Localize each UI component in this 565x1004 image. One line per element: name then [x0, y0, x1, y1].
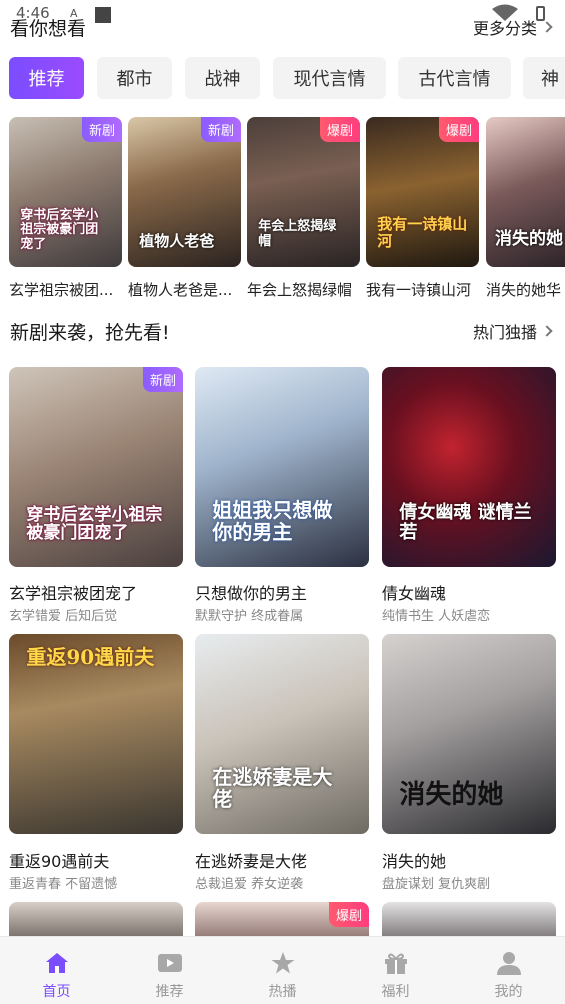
more-categories-label: 更多分类: [472, 19, 537, 38]
category-tab-war-god[interactable]: 战神: [185, 57, 260, 99]
play-icon: [158, 954, 182, 972]
nav-label: 福利: [381, 984, 410, 1000]
drama-card[interactable]: 年会上怒揭绿帽 爆剧: [247, 117, 360, 267]
drama-tags: 默默守护 终成眷属: [195, 609, 304, 624]
user-icon: [497, 952, 521, 975]
drama-title[interactable]: 我有一诗镇山河: [366, 279, 479, 300]
bottom-nav: 首页 推荐 热播 福利 我的: [0, 936, 565, 1004]
drama-title[interactable]: 植物人老爸是...: [128, 279, 241, 300]
poster-title-art: 消失的她: [495, 229, 563, 250]
nav-item-recommend[interactable]: 推荐: [113, 937, 226, 1004]
drama-card[interactable]: 消失的她: [486, 117, 565, 267]
section-title: 新剧来袭，抢先看!: [10, 322, 170, 344]
category-tab-more[interactable]: 神: [523, 57, 565, 99]
hot-exclusive-link[interactable]: 热门独播: [472, 319, 553, 343]
category-tabs: 推荐 都市 战神 现代言情 古代言情 神: [0, 57, 565, 99]
nav-item-home[interactable]: 首页: [0, 937, 113, 1004]
poster-title-art: 倩女幽魂 谜情兰若: [399, 502, 532, 544]
nav-label: 热播: [268, 984, 297, 1000]
drama-title[interactable]: 倩女幽魂: [382, 580, 446, 604]
drama-tags: 总裁追爱 养女逆袭: [195, 877, 304, 892]
poster-title-art: 姐姐我只想做你的男主: [212, 498, 333, 544]
drama-title[interactable]: 消失的她: [382, 848, 446, 872]
nav-item-hot[interactable]: 热播: [226, 937, 339, 1004]
drama-card[interactable]: 我有一诗镇山河 爆剧: [366, 117, 479, 267]
drama-card[interactable]: 在逃娇妻是大佬: [195, 634, 369, 834]
hot-badge: 爆剧: [438, 117, 479, 142]
drama-tags: 重返青春 不留遗憾: [9, 877, 118, 892]
drama-card[interactable]: 姐姐我只想做你的男主: [195, 367, 369, 567]
drama-title[interactable]: 在逃娇妻是大佬: [195, 848, 307, 872]
new-badge: 新剧: [142, 367, 183, 392]
section-header-new: 新剧来袭，抢先看! 热门独播: [0, 316, 565, 346]
category-tab-recommend[interactable]: 推荐: [9, 57, 84, 99]
hot-exclusive-label: 热门独播: [472, 323, 537, 342]
poster-title-art: 消失的她: [399, 780, 504, 811]
nav-label: 我的: [494, 984, 523, 1000]
drama-title[interactable]: 重返90遇前夫: [9, 848, 109, 872]
poster-title-art: 植物人老爸: [139, 231, 215, 250]
gift-icon: [385, 953, 407, 974]
drama-card[interactable]: 植物人老爸 新剧: [128, 117, 241, 267]
drama-tags: 玄学错爱 后知后觉: [9, 609, 118, 624]
poster-title-art: 我有一诗镇山河: [377, 215, 468, 250]
drama-card[interactable]: 倩女幽魂 谜情兰若: [382, 367, 556, 567]
poster-title-art: 重返90遇前夫: [26, 645, 155, 669]
chevron-right-icon: [541, 21, 553, 33]
drama-title[interactable]: 只想做你的男主: [195, 580, 307, 604]
drama-title[interactable]: 消失的她华: [486, 279, 565, 300]
drama-card[interactable]: 消失的她: [382, 634, 556, 834]
drama-tags: 纯情书生 人妖虐恋: [382, 609, 491, 624]
drama-tags: 盘旋谋划 复仇爽剧: [382, 877, 491, 892]
drama-card[interactable]: 重返90遇前夫: [9, 634, 183, 834]
poster-title-art: 穿书后玄学小祖宗被豪门团宠了: [26, 504, 163, 544]
nav-label: 首页: [42, 984, 71, 1000]
category-tab-city[interactable]: 都市: [97, 57, 172, 99]
nav-label: 推荐: [155, 984, 184, 1000]
section-title: 看你想看: [10, 18, 87, 40]
nav-item-welfare[interactable]: 福利: [339, 937, 452, 1004]
poster-title-art: 穿书后玄学小祖宗被豪门团宠了: [20, 208, 99, 252]
home-icon: [46, 953, 68, 973]
new-badge: 新剧: [81, 117, 122, 142]
poster-title-art: 年会上怒揭绿帽: [258, 219, 337, 249]
chevron-right-icon: [541, 325, 553, 337]
drama-card[interactable]: 穿书后玄学小祖宗被豪门团宠了 新剧: [9, 367, 183, 567]
star-icon: [271, 952, 295, 974]
more-categories-link[interactable]: 更多分类: [472, 15, 553, 39]
drama-title[interactable]: 玄学祖宗被团宠了: [9, 580, 137, 604]
section-header-guess: 看你想看 更多分类: [0, 12, 565, 42]
hot-badge: 爆剧: [319, 117, 360, 142]
drama-card[interactable]: 穿书后玄学小祖宗被豪门团宠了 新剧: [9, 117, 122, 267]
hot-badge: 爆剧: [328, 902, 369, 927]
category-tab-modern-romance[interactable]: 现代言情: [273, 57, 386, 99]
drama-title[interactable]: 年会上怒揭绿帽: [247, 279, 360, 300]
poster-title-art: 在逃娇妻是大佬: [212, 765, 333, 811]
new-badge: 新剧: [200, 117, 241, 142]
drama-title[interactable]: 玄学祖宗被团...: [9, 279, 122, 300]
nav-item-profile[interactable]: 我的: [452, 937, 565, 1004]
category-tab-ancient-romance[interactable]: 古代言情: [398, 57, 511, 99]
